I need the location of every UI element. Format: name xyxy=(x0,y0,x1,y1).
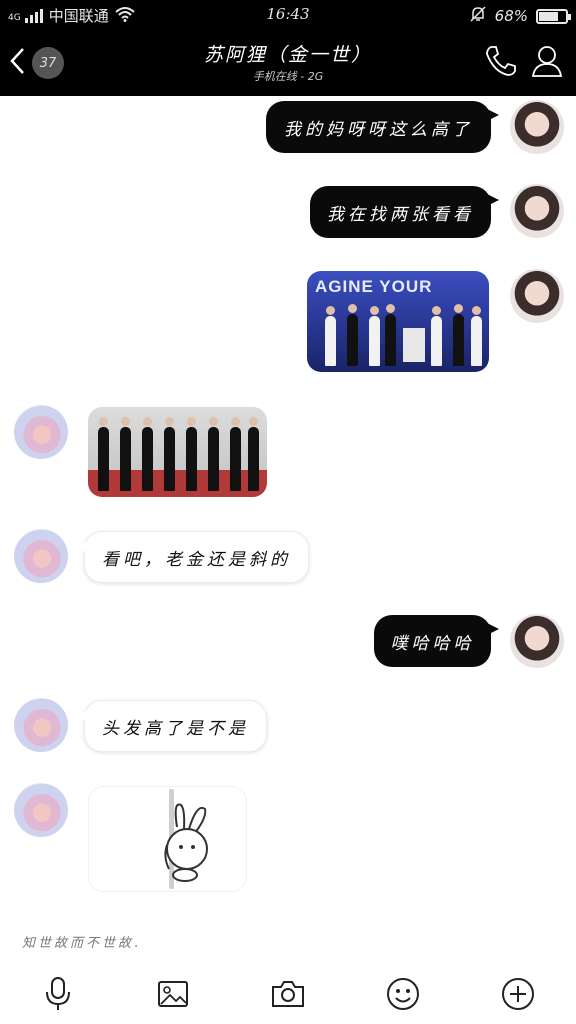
message-bubble-outgoing[interactable]: 我的妈呀呀这么高了 xyxy=(266,101,499,153)
image-figure xyxy=(230,417,241,491)
image-figure xyxy=(471,306,482,366)
message-image-incoming[interactable] xyxy=(88,407,267,497)
battery-fill xyxy=(539,11,559,21)
emoji-button[interactable] xyxy=(383,976,423,1016)
camera-button[interactable] xyxy=(268,976,308,1016)
chat-header: 37 苏阿狸（金一世） 手机在线 - 2G xyxy=(0,30,576,96)
rabbit-sticker-icon xyxy=(89,789,248,897)
image-figure xyxy=(431,306,442,366)
avatar-self[interactable] xyxy=(510,269,564,323)
battery-percent: 68% xyxy=(494,7,528,25)
microphone-icon xyxy=(43,976,73,1016)
image-figure xyxy=(186,417,197,491)
message-bubble-incoming[interactable]: 头发高了是不是 xyxy=(76,700,267,752)
avatar-self[interactable] xyxy=(510,184,564,238)
input-toolbar xyxy=(0,974,576,1020)
message-bubble-outgoing[interactable]: 我在找两张看看 xyxy=(310,186,499,238)
image-banner-text: AGINE YOUR xyxy=(315,277,433,296)
image-figure xyxy=(142,417,153,491)
avatar-contact[interactable] xyxy=(14,783,68,837)
message-sticker[interactable] xyxy=(88,786,247,892)
image-figure xyxy=(325,306,336,366)
phone-icon xyxy=(484,44,518,82)
profile-button[interactable] xyxy=(528,44,566,82)
avatar-self[interactable] xyxy=(510,100,564,154)
avatar-self[interactable] xyxy=(510,614,564,668)
image-figure xyxy=(453,304,464,366)
more-button[interactable] xyxy=(498,976,538,1016)
avatar-contact[interactable] xyxy=(14,405,68,459)
message-text: 我的妈呀呀这么高了 xyxy=(284,119,473,140)
message-text: 头发高了是不是 xyxy=(102,718,249,739)
message-text: 噗哈哈哈 xyxy=(390,633,475,654)
image-figure xyxy=(369,306,380,366)
image-figure xyxy=(248,417,259,491)
voice-button[interactable] xyxy=(38,976,78,1016)
call-button[interactable] xyxy=(482,44,520,82)
gallery-button[interactable] xyxy=(153,976,193,1016)
message-text: 我在找两张看看 xyxy=(327,204,474,225)
camera-icon xyxy=(271,979,305,1013)
image-figure xyxy=(98,417,109,491)
status-right-group: 68% xyxy=(469,5,571,27)
image-figure xyxy=(164,417,175,491)
input-hint[interactable]: 知世故而不世故. xyxy=(22,932,141,951)
image-podium xyxy=(403,328,425,362)
image-figure xyxy=(208,417,219,491)
avatar-contact[interactable] xyxy=(14,698,68,752)
image-figure xyxy=(347,304,358,366)
profile-icon xyxy=(530,44,564,82)
image-figure xyxy=(385,304,396,366)
mute-bell-icon xyxy=(469,5,487,27)
emoji-icon xyxy=(386,977,420,1015)
plus-icon xyxy=(501,977,535,1015)
message-text: 看吧，老金还是斜的 xyxy=(102,549,291,570)
battery-icon xyxy=(536,8,571,24)
avatar-contact[interactable] xyxy=(14,529,68,583)
message-bubble-outgoing[interactable]: 噗哈哈哈 xyxy=(374,615,499,667)
image-figure xyxy=(120,417,131,491)
message-bubble-incoming[interactable]: 看吧，老金还是斜的 xyxy=(76,531,309,583)
status-bar: 4G 中国联通 16:43 68% xyxy=(0,0,576,30)
message-list[interactable]: 我的妈呀呀这么高了 我在找两张看看 AGINE YOUR 看吧，老金还是斜的 噗… xyxy=(0,96,576,960)
message-image-outgoing[interactable]: AGINE YOUR xyxy=(307,271,489,372)
image-icon xyxy=(157,979,189,1013)
